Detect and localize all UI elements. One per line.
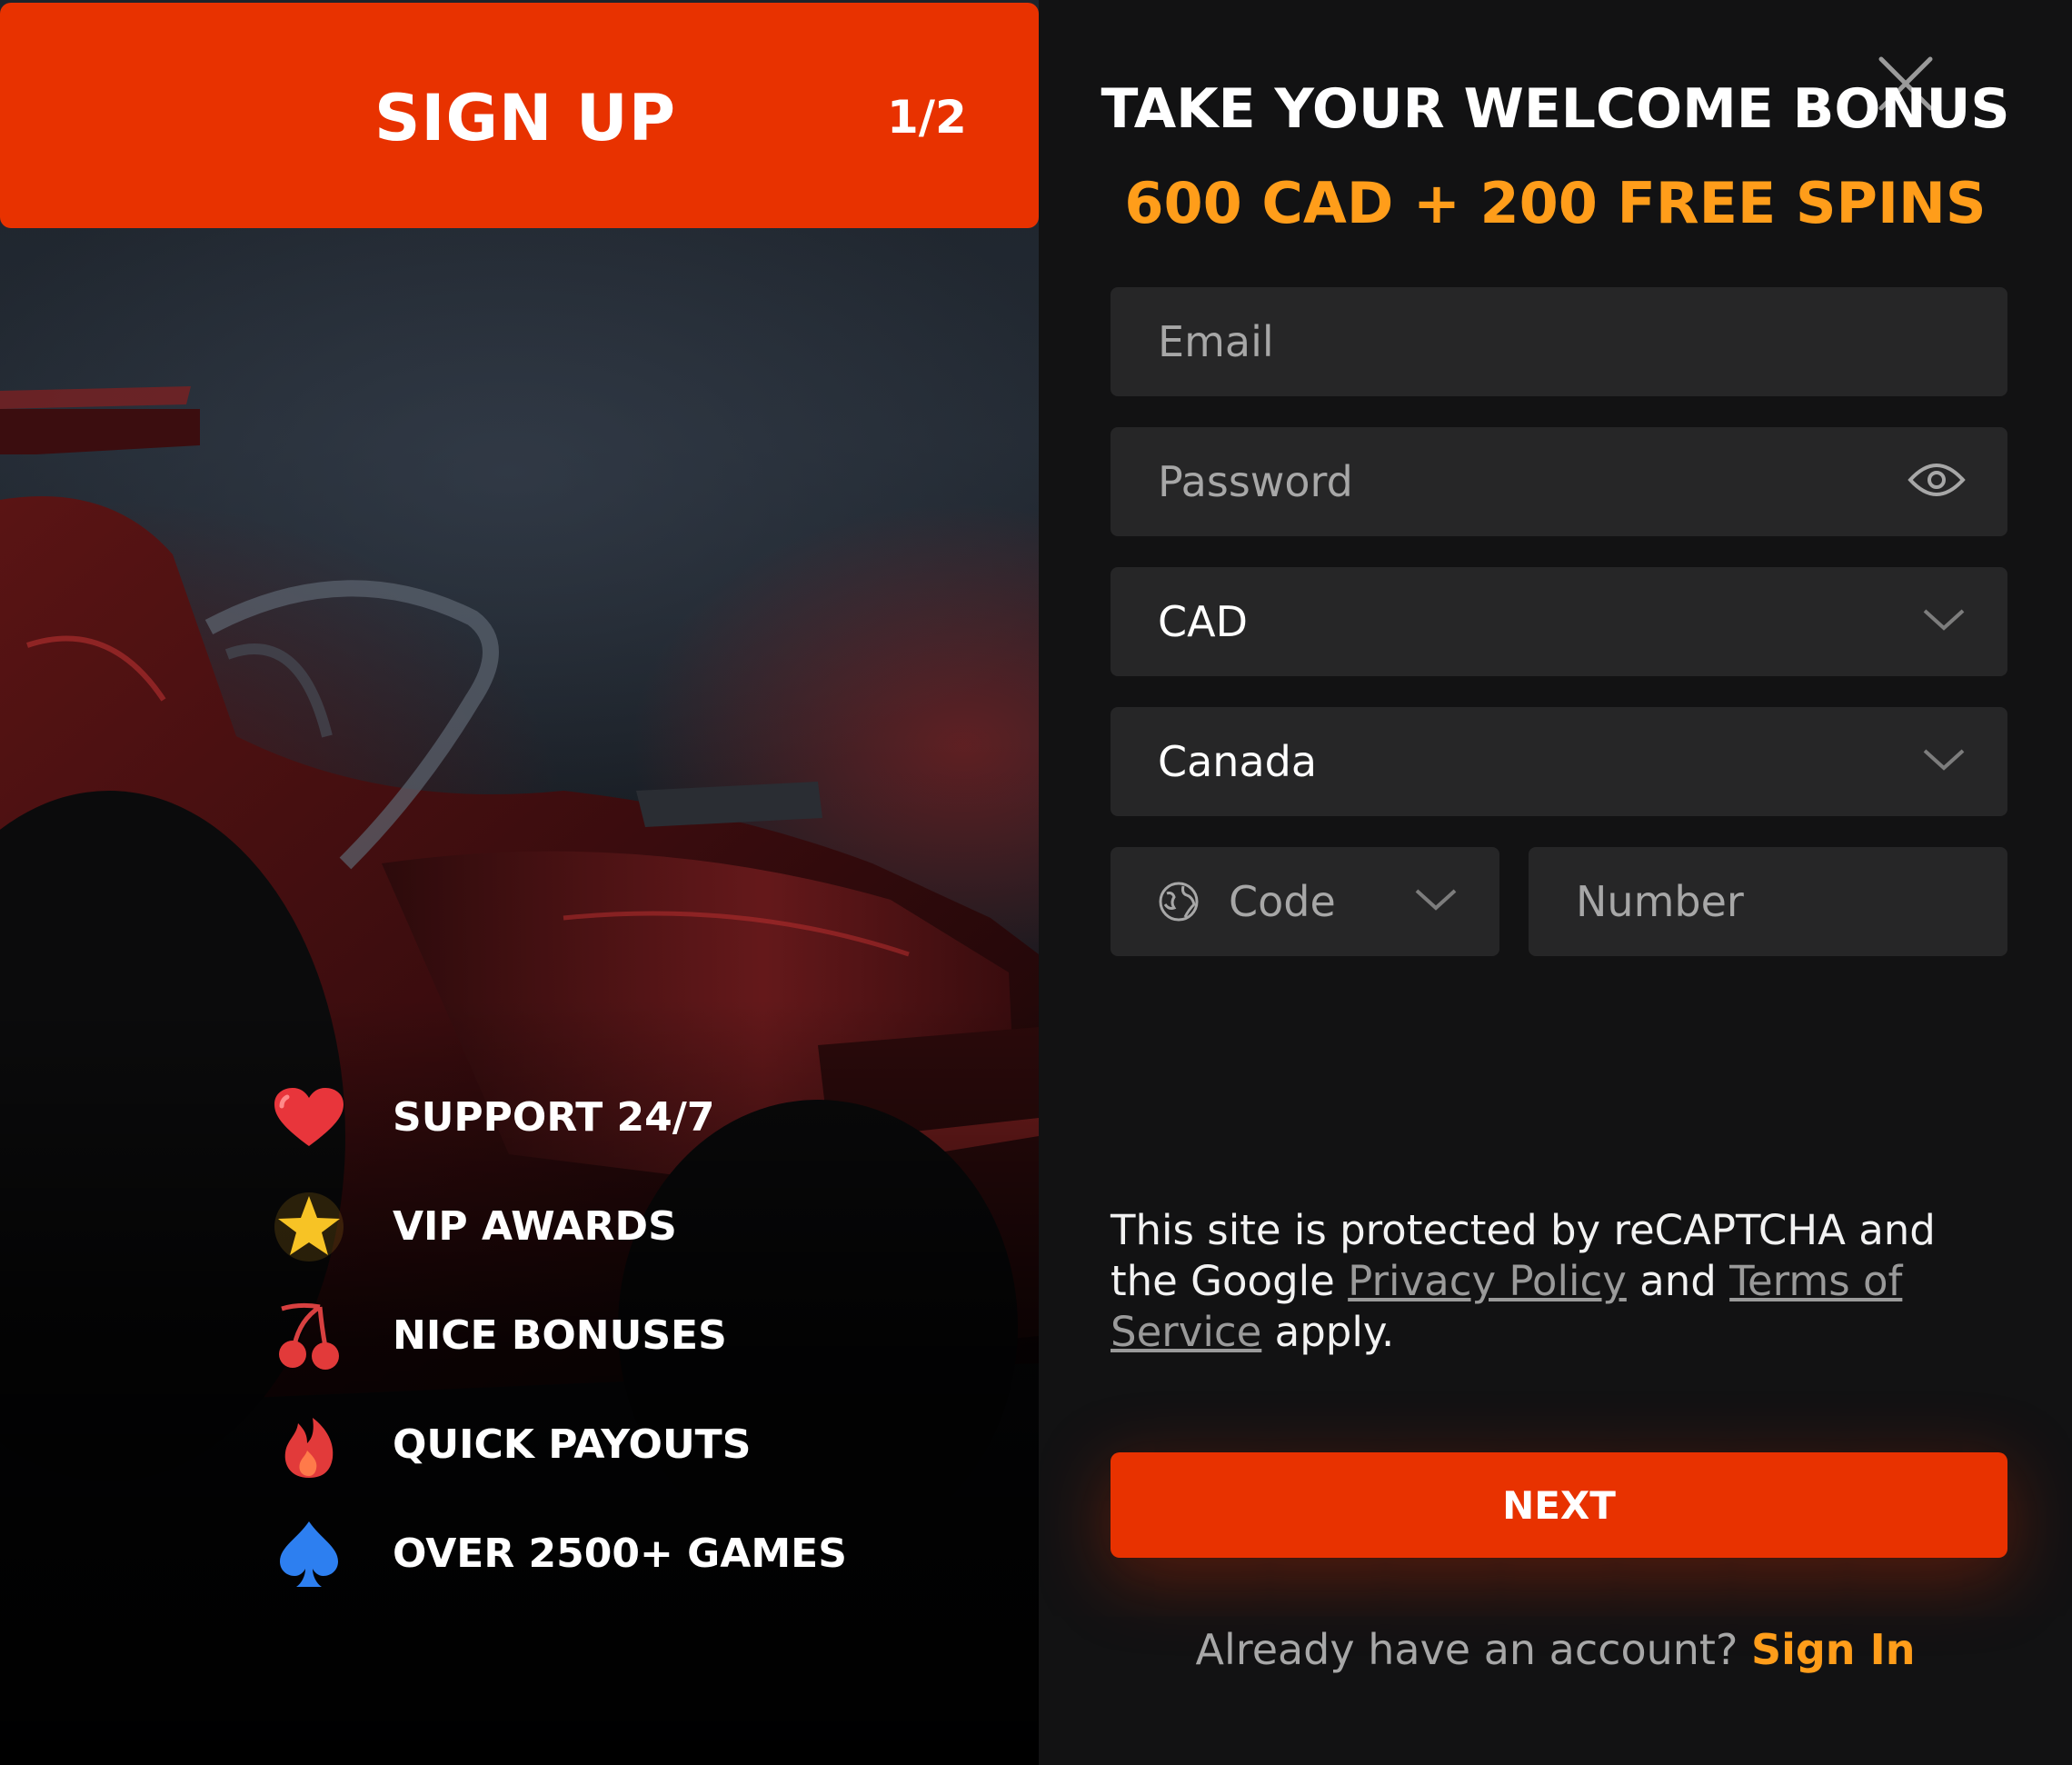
globe-icon bbox=[1158, 881, 1200, 922]
welcome-heading: TAKE YOUR WELCOME BONUS bbox=[1101, 77, 2010, 141]
email-placeholder: Email bbox=[1158, 317, 1274, 366]
feature-label: VIP AWARDS bbox=[393, 1203, 677, 1250]
heart-icon bbox=[273, 1082, 354, 1154]
spade-icon bbox=[273, 1518, 354, 1590]
number-placeholder: Number bbox=[1576, 877, 1744, 926]
feature-item-payouts: QUICK PAYOUTS bbox=[273, 1409, 909, 1481]
code-placeholder: Code bbox=[1229, 877, 1336, 926]
password-placeholder: Password bbox=[1158, 457, 1353, 506]
chevron-down-icon bbox=[1414, 886, 1458, 917]
chevron-down-icon bbox=[1922, 606, 1966, 637]
flame-icon bbox=[273, 1409, 354, 1481]
recaptcha-text: apply. bbox=[1261, 1308, 1395, 1356]
feature-label: QUICK PAYOUTS bbox=[393, 1421, 752, 1468]
feature-item-support: SUPPORT 24/7 bbox=[273, 1082, 909, 1154]
signup-banner: SIGN UP 1/2 bbox=[0, 3, 1039, 228]
signin-link[interactable]: Sign In bbox=[1751, 1625, 1915, 1674]
country-select[interactable]: Canada bbox=[1111, 707, 2007, 816]
star-icon bbox=[273, 1191, 354, 1263]
promo-panel: SIGN UP 1/2 SUPPORT 24/7 VIP AWARDS NICE… bbox=[0, 0, 1039, 1765]
signin-question: Already have an account? bbox=[1195, 1625, 1751, 1674]
privacy-policy-link[interactable]: Privacy Policy bbox=[1348, 1257, 1627, 1305]
feature-label: OVER 2500+ GAMES bbox=[393, 1531, 847, 1577]
step-indicator: 1/2 bbox=[887, 91, 967, 144]
chevron-down-icon bbox=[1922, 746, 1966, 777]
bonus-offer: 600 CAD + 200 FREE SPINS bbox=[1124, 170, 1987, 236]
next-button[interactable]: NEXT bbox=[1111, 1452, 2007, 1558]
country-value: Canada bbox=[1158, 737, 1318, 786]
currency-value: CAD bbox=[1158, 597, 1249, 646]
email-field[interactable]: Email bbox=[1111, 287, 2007, 396]
feature-item-games: OVER 2500+ GAMES bbox=[273, 1518, 909, 1590]
currency-select[interactable]: CAD bbox=[1111, 567, 2007, 676]
recaptcha-text: and bbox=[1626, 1257, 1730, 1305]
eye-icon[interactable] bbox=[1908, 458, 1966, 505]
signin-prompt: Already have an account? Sign In bbox=[1039, 1618, 2072, 1681]
recaptcha-notice: This site is protected by reCAPTCHA and … bbox=[1111, 1205, 1983, 1358]
phone-code-select[interactable]: Code bbox=[1111, 847, 1499, 956]
feature-label: SUPPORT 24/7 bbox=[393, 1094, 715, 1141]
signup-title: SIGN UP bbox=[374, 81, 677, 155]
password-field[interactable]: Password bbox=[1111, 427, 2007, 536]
phone-number-field[interactable]: Number bbox=[1529, 847, 2007, 956]
feature-label: NICE BONUSES bbox=[393, 1312, 727, 1359]
cherry-icon bbox=[273, 1300, 354, 1372]
feature-item-vip: VIP AWARDS bbox=[273, 1191, 909, 1263]
feature-item-bonuses: NICE BONUSES bbox=[273, 1300, 909, 1372]
